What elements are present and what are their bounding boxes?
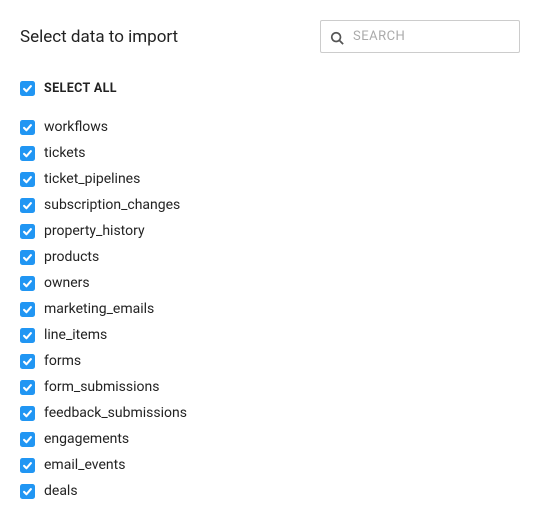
- list-item[interactable]: email_events: [20, 452, 538, 478]
- list-item[interactable]: property_history: [20, 218, 538, 244]
- search-input[interactable]: [320, 20, 520, 53]
- item-checkbox[interactable]: [20, 380, 35, 395]
- item-checkbox[interactable]: [20, 432, 35, 447]
- list-item[interactable]: form_submissions: [20, 374, 538, 400]
- item-checkbox[interactable]: [20, 276, 35, 291]
- item-label: ticket_pipelines: [44, 171, 140, 187]
- item-label: products: [44, 249, 99, 265]
- item-label: forms: [44, 353, 81, 369]
- list-item[interactable]: subscription_changes: [20, 192, 538, 218]
- item-checkbox[interactable]: [20, 198, 35, 213]
- list-item[interactable]: feedback_submissions: [20, 400, 538, 426]
- search-box: [320, 20, 520, 53]
- item-checkbox[interactable]: [20, 224, 35, 239]
- item-label: property_history: [44, 223, 145, 239]
- item-label: subscription_changes: [44, 197, 180, 213]
- item-checkbox[interactable]: [20, 146, 35, 161]
- item-label: email_events: [44, 457, 125, 473]
- select-all-label: SELECT ALL: [44, 81, 117, 96]
- item-label: owners: [44, 275, 90, 291]
- item-label: tickets: [44, 145, 86, 161]
- list-item[interactable]: engagements: [20, 426, 538, 452]
- item-label: engagements: [44, 431, 129, 447]
- page-title: Select data to import: [20, 27, 178, 47]
- list-item[interactable]: forms: [20, 348, 538, 374]
- item-label: line_items: [44, 327, 107, 343]
- list-item[interactable]: deals: [20, 478, 538, 504]
- select-all-row[interactable]: SELECT ALL: [0, 53, 538, 96]
- item-checkbox[interactable]: [20, 458, 35, 473]
- list-item[interactable]: line_items: [20, 322, 538, 348]
- item-checkbox[interactable]: [20, 302, 35, 317]
- list-item[interactable]: tickets: [20, 140, 538, 166]
- item-label: deals: [44, 483, 78, 499]
- item-label: workflows: [44, 119, 108, 135]
- item-checkbox[interactable]: [20, 328, 35, 343]
- list-item[interactable]: products: [20, 244, 538, 270]
- item-checkbox[interactable]: [20, 406, 35, 421]
- item-checkbox[interactable]: [20, 250, 35, 265]
- item-checkbox[interactable]: [20, 354, 35, 369]
- list-item[interactable]: marketing_emails: [20, 296, 538, 322]
- item-label: feedback_submissions: [44, 405, 187, 421]
- header: Select data to import: [0, 0, 538, 53]
- list-item[interactable]: owners: [20, 270, 538, 296]
- item-label: form_submissions: [44, 379, 159, 395]
- item-label: marketing_emails: [44, 301, 154, 317]
- item-checkbox[interactable]: [20, 172, 35, 187]
- item-checkbox[interactable]: [20, 484, 35, 499]
- select-all-checkbox[interactable]: [20, 81, 35, 96]
- list-item[interactable]: ticket_pipelines: [20, 166, 538, 192]
- list-wrapper: workflows tickets ticket_pipelines subscrip…: [0, 110, 538, 509]
- list-item[interactable]: workflows: [20, 114, 538, 140]
- item-checkbox[interactable]: [20, 120, 35, 135]
- data-list[interactable]: workflows tickets ticket_pipelines subscrip…: [0, 110, 538, 509]
